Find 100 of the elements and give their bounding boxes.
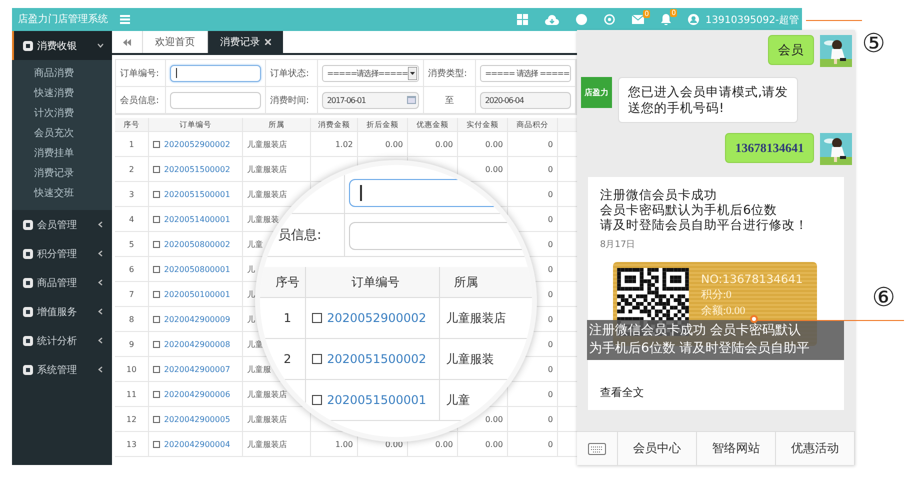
table-cell: 9 xyxy=(115,332,149,356)
order-link[interactable]: 2020051500001 xyxy=(164,190,230,198)
caption-text: 注册微信会员卡成功 会员卡密码默认 xyxy=(589,322,802,340)
filter-label: 消费时间: xyxy=(270,94,310,106)
sidebar-group[interactable]: 消费收银 xyxy=(12,31,112,60)
table-cell: 5 xyxy=(115,232,149,256)
expand-icon[interactable] xyxy=(153,240,160,248)
expand-icon[interactable] xyxy=(153,266,160,272)
expand-icon[interactable] xyxy=(153,140,160,148)
order-link[interactable]: 2020042900009 xyxy=(164,314,230,324)
menu-button[interactable]: 智络网站 xyxy=(697,432,776,465)
table-cell: 0.00 xyxy=(458,132,508,156)
table-cell: 4 xyxy=(115,207,149,231)
expand-icon xyxy=(312,354,322,364)
expand-icon xyxy=(312,313,322,323)
sidebar-group[interactable]: 增值服务 xyxy=(12,297,112,326)
order-link[interactable]: 2020050800001 xyxy=(164,264,230,274)
message-bubble: 13678134641 xyxy=(725,133,814,163)
order-link[interactable]: 2020042900007 xyxy=(164,364,230,374)
order-link[interactable]: 2020051500002 xyxy=(164,164,230,174)
card-text: 余额:0.00 xyxy=(701,304,746,318)
select-field[interactable]: =====请选择===== xyxy=(322,64,419,82)
expand-icon[interactable] xyxy=(153,390,160,398)
read-more-link[interactable]: 查看全文 xyxy=(600,385,644,400)
input-field[interactable] xyxy=(170,92,261,108)
table-cell: 12 xyxy=(115,407,149,431)
order-link[interactable]: 2020052900002 xyxy=(164,140,230,148)
sidebar-subitem[interactable]: 计次消费 xyxy=(12,104,74,124)
table-cell: 儿童服装店 xyxy=(243,132,311,156)
double-chevron-icon[interactable] xyxy=(123,38,131,46)
tab[interactable]: 消费记录 xyxy=(207,31,283,53)
table-cell: 2 xyxy=(115,157,149,181)
sidebar-subitem[interactable]: 消费记录 xyxy=(12,164,74,184)
callout-number: ⑥ xyxy=(872,284,896,312)
table-cell: 10 xyxy=(115,357,149,381)
sidebar-group[interactable]: 统计分析 xyxy=(12,326,112,355)
filter-label: 订单编号: xyxy=(120,68,160,80)
order-link[interactable]: 2020051400001 xyxy=(164,214,230,224)
keyboard-icon xyxy=(588,442,606,454)
sidebar-subitem[interactable]: 快速消费 xyxy=(12,84,74,104)
expand-icon[interactable] xyxy=(153,290,160,298)
table-cell: 1 xyxy=(284,311,292,325)
menu-item-icon xyxy=(23,220,33,230)
menu-button[interactable]: 优惠活动 xyxy=(776,432,855,465)
menu-item-icon xyxy=(23,40,33,50)
sidebar-group[interactable]: 积分管理 xyxy=(12,239,112,268)
sidebar-group[interactable]: 会员管理 xyxy=(12,210,112,239)
sidebar-subitem[interactable]: 商品消费 xyxy=(12,64,74,84)
order-link[interactable]: 2020042900005 xyxy=(164,414,230,424)
date-field[interactable]: 2017-06-01 xyxy=(322,92,419,108)
expand-icon[interactable] xyxy=(153,440,160,448)
expand-icon[interactable] xyxy=(153,216,160,222)
table-cell: 儿童 xyxy=(446,392,470,408)
order-link[interactable]: 2020042900006 xyxy=(164,390,230,398)
card-text: NO:13678134641 xyxy=(701,272,803,286)
order-link[interactable]: 2020042900008 xyxy=(164,340,230,348)
message-text: 请及时登陆会员自助平台进行修改！ xyxy=(600,217,809,232)
expand-icon[interactable] xyxy=(153,316,160,322)
card-text: 积分:0 xyxy=(701,288,733,302)
menu-button[interactable]: 会员中心 xyxy=(618,432,697,465)
expand-icon xyxy=(312,395,322,405)
table-cell: 7 xyxy=(115,282,149,306)
chevron-icon xyxy=(97,366,104,373)
sidebar-subitem[interactable]: 会员充次 xyxy=(12,124,74,144)
order-link[interactable]: 2020050800002 xyxy=(164,240,230,248)
message-bubble: 您已进入会员申请模式,请发送您的手机号码! xyxy=(618,77,798,123)
caption-text: 为手机后6位数 请及时登陆会员自助平 xyxy=(589,340,810,358)
table-cell: 11 xyxy=(115,382,149,406)
filter-label: 至 xyxy=(445,94,454,106)
table-cell: 1.02 xyxy=(311,132,358,156)
chevron-icon xyxy=(97,221,104,228)
sidebar-group[interactable]: 商品管理 xyxy=(12,268,112,297)
filter-label: 订单状态: xyxy=(270,68,310,80)
order-link[interactable]: 2020042900004 xyxy=(164,440,230,448)
sidebar-subitem[interactable]: 快速交班 xyxy=(12,184,74,204)
message-date: 8月17日 xyxy=(600,239,636,251)
table-cell: 1 xyxy=(115,132,149,156)
chevron-icon xyxy=(97,337,104,344)
input-field[interactable] xyxy=(170,64,261,82)
sidebar-subitem[interactable]: 消费挂单 xyxy=(12,144,74,164)
chevron-icon xyxy=(97,250,104,257)
expand-icon[interactable] xyxy=(153,340,160,348)
select-field[interactable]: ===== 请选择 ===== xyxy=(480,64,571,82)
chevron-icon xyxy=(97,42,104,49)
leader-line xyxy=(806,20,862,21)
sidebar-group[interactable]: 系统管理 xyxy=(12,355,112,384)
expand-icon[interactable] xyxy=(153,190,160,198)
table-cell: 3 xyxy=(115,182,149,206)
table-cell: 8 xyxy=(115,307,149,331)
shop-avatar: 店盈力 xyxy=(581,77,612,108)
date-field[interactable]: 2020-06-04 xyxy=(480,92,571,108)
menu-item-icon xyxy=(23,278,33,288)
order-link[interactable]: 2020050100001 xyxy=(164,290,230,298)
expand-icon[interactable] xyxy=(153,166,160,172)
expand-icon[interactable] xyxy=(153,366,160,372)
close-icon[interactable] xyxy=(265,39,271,45)
expand-icon[interactable] xyxy=(153,416,160,422)
message-text: 注册微信会员卡成功 xyxy=(600,187,718,202)
table-cell: 儿童服装 xyxy=(446,350,494,368)
chevron-icon xyxy=(97,308,104,315)
